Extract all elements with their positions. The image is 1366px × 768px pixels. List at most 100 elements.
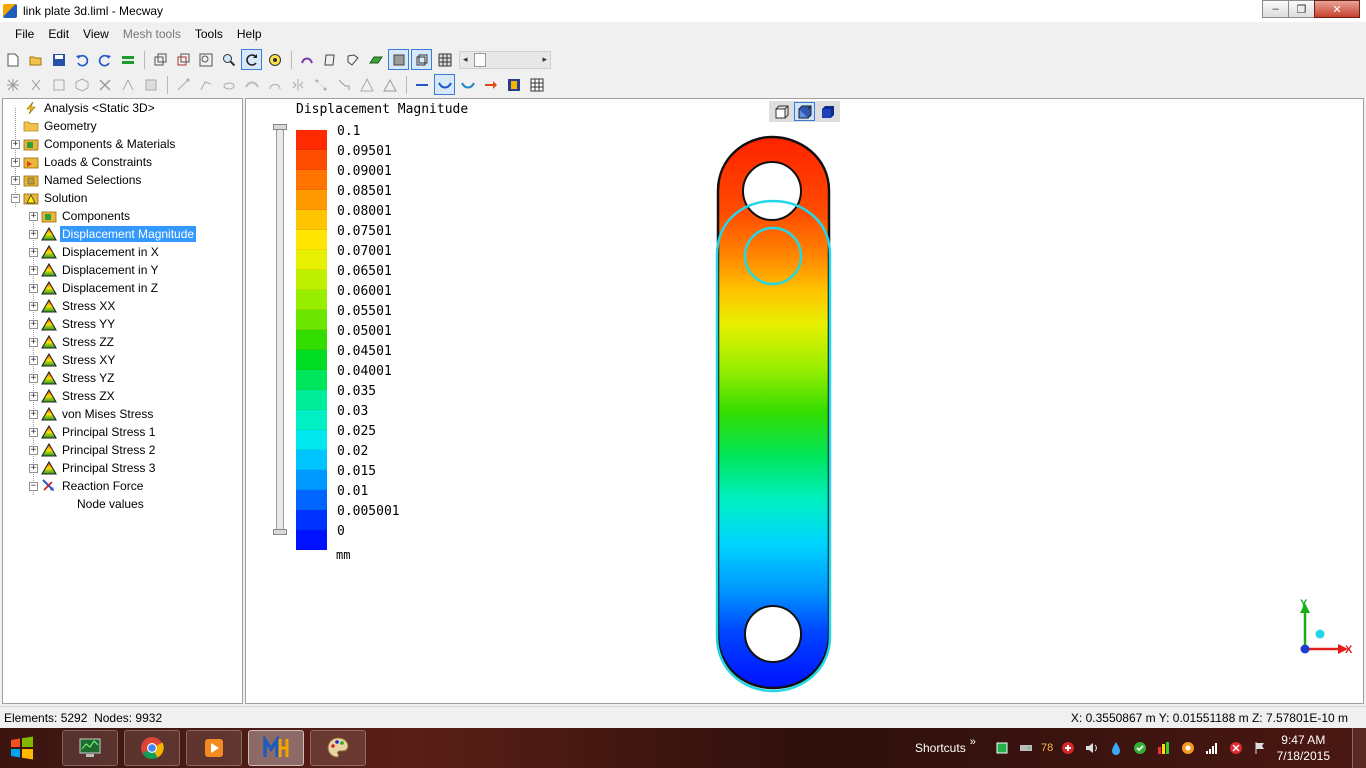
mesh-button[interactable] <box>434 49 455 70</box>
animation-slider[interactable]: ◂ ▸ <box>459 50 551 69</box>
view-solid-button[interactable] <box>817 102 838 121</box>
tree-node-label[interactable]: Geometry <box>42 118 99 134</box>
menu-tools[interactable]: Tools <box>188 27 230 41</box>
taskbar-clock[interactable]: 9:47 AM 7/18/2015 <box>1277 732 1330 764</box>
tree-node[interactable]: − Reaction Force <box>29 477 145 495</box>
shaded-button[interactable] <box>388 49 409 70</box>
droplet-icon[interactable] <box>1109 741 1123 755</box>
green-monitor-icon[interactable] <box>995 741 1009 755</box>
tree-node[interactable]: Geometry <box>11 117 99 135</box>
solve-button[interactable] <box>117 49 138 70</box>
paste-view-button[interactable] <box>172 49 193 70</box>
expand-toggle-icon[interactable]: + <box>11 139 20 149</box>
surface-button[interactable] <box>365 49 386 70</box>
tree-node-label[interactable]: Components <box>60 208 132 224</box>
tree-node-label[interactable]: Reaction Force <box>60 478 145 494</box>
tree-node[interactable]: + Stress XX <box>29 297 117 315</box>
expand-toggle-icon[interactable]: + <box>29 445 38 455</box>
legend-range-slider[interactable] <box>276 127 284 533</box>
menu-edit[interactable]: Edit <box>41 27 76 41</box>
view-wireframe-button[interactable] <box>771 102 792 121</box>
expand-toggle-icon[interactable]: + <box>29 301 38 311</box>
green-check-icon[interactable] <box>1133 741 1147 755</box>
legend-max-handle[interactable] <box>273 124 287 130</box>
tree-node-label[interactable]: Principal Stress 3 <box>60 460 157 476</box>
refine-button[interactable] <box>117 74 138 95</box>
tree-node[interactable]: + Components & Materials <box>11 135 177 153</box>
save-button[interactable] <box>48 49 69 70</box>
expand-toggle-icon[interactable]: + <box>29 409 38 419</box>
menu-file[interactable]: File <box>8 27 41 41</box>
collapse-toggle-icon[interactable]: − <box>11 193 20 203</box>
tree-node[interactable]: + Stress XY <box>29 351 117 369</box>
taskbar-paint[interactable] <box>310 730 366 766</box>
slider-thumb[interactable] <box>474 52 486 67</box>
tree-node-label[interactable]: Analysis <Static 3D> <box>42 100 157 116</box>
start-button[interactable] <box>2 730 42 766</box>
wireframe-button[interactable] <box>411 49 432 70</box>
tree-node-label[interactable]: Loads & Constraints <box>42 154 154 170</box>
tree-node[interactable]: Analysis <Static 3D> <box>11 99 157 117</box>
tree-node[interactable]: Node values <box>47 495 146 513</box>
shortcuts-toolbar[interactable]: Shortcuts » <box>915 728 976 768</box>
tree-node[interactable]: + Principal Stress 2 <box>29 441 157 459</box>
tree-node[interactable]: + Principal Stress 1 <box>29 423 157 441</box>
legend-min-handle[interactable] <box>273 529 287 535</box>
close-button[interactable]: ✕ <box>1314 0 1360 18</box>
expand-toggle-icon[interactable]: + <box>29 463 38 473</box>
temperature-readout[interactable]: 78 <box>1041 742 1053 754</box>
tree-node-label[interactable]: Solution <box>42 190 89 206</box>
loft-button[interactable] <box>241 74 262 95</box>
tree-node[interactable]: + Principal Stress 3 <box>29 459 157 477</box>
deformed-button[interactable] <box>434 74 455 95</box>
volume-icon[interactable] <box>1085 741 1099 755</box>
orange-circle-icon[interactable] <box>1181 741 1195 755</box>
collapse-toggle-icon[interactable]: − <box>29 481 38 491</box>
zoom-box-button[interactable] <box>195 49 216 70</box>
tree-node-label[interactable]: Stress XY <box>60 352 117 368</box>
select-button[interactable] <box>296 49 317 70</box>
tree-node[interactable]: + Components <box>29 207 132 225</box>
revolve-button[interactable] <box>218 74 239 95</box>
tree-node[interactable]: + Stress YY <box>29 315 117 333</box>
load-arrow-button[interactable] <box>480 74 501 95</box>
tree-node-label[interactable]: Displacement in X <box>60 244 161 260</box>
menu-view[interactable]: View <box>76 27 116 41</box>
expand-toggle-icon[interactable]: + <box>29 319 38 329</box>
explode-button[interactable] <box>2 74 23 95</box>
delete-button[interactable] <box>94 74 115 95</box>
align-button[interactable] <box>333 74 354 95</box>
tree-node[interactable]: + Named Selections <box>11 171 143 189</box>
tree-node-label[interactable]: Stress YZ <box>60 370 116 386</box>
tree-node[interactable]: + Stress YZ <box>29 369 116 387</box>
taskbar-chrome[interactable] <box>124 730 180 766</box>
tree-node-label[interactable]: Principal Stress 2 <box>60 442 157 458</box>
show-desktop-button[interactable] <box>1352 728 1366 768</box>
tree-node-label[interactable]: Displacement in Y <box>60 262 161 278</box>
solid-element-button[interactable] <box>71 74 92 95</box>
menu-mesh-tools[interactable]: Mesh tools <box>116 27 188 41</box>
tree-node-label[interactable]: Named Selections <box>42 172 143 188</box>
tree-node[interactable]: + von Mises Stress <box>29 405 155 423</box>
flag-icon[interactable] <box>1253 741 1267 755</box>
expand-toggle-icon[interactable]: + <box>29 373 38 383</box>
open-file-button[interactable] <box>25 49 46 70</box>
redo-button[interactable] <box>94 49 115 70</box>
tree-node[interactable]: − Solution <box>11 189 89 207</box>
tree-node-label[interactable]: Displacement in Z <box>60 280 160 296</box>
tree-node-label[interactable]: Components & Materials <box>42 136 177 152</box>
tree-node-label[interactable]: Stress ZZ <box>60 334 116 350</box>
fea-model[interactable] <box>710 135 838 695</box>
view-edges-button[interactable] <box>794 102 815 121</box>
taskbar-mecway[interactable] <box>248 730 304 766</box>
slider-right-arrow-icon[interactable]: ▸ <box>542 54 547 65</box>
deformed-options-button[interactable] <box>457 74 478 95</box>
bar-meter-icon[interactable] <box>1157 741 1171 755</box>
tree-node[interactable]: + Displacement in X <box>29 243 161 261</box>
expand-toggle-icon[interactable]: + <box>29 265 38 275</box>
network-drive-icon[interactable] <box>1019 741 1033 755</box>
menu-help[interactable]: Help <box>230 27 269 41</box>
animation-button[interactable] <box>503 74 524 95</box>
table-button[interactable] <box>526 74 547 95</box>
maximize-button[interactable]: ❐ <box>1288 0 1315 18</box>
